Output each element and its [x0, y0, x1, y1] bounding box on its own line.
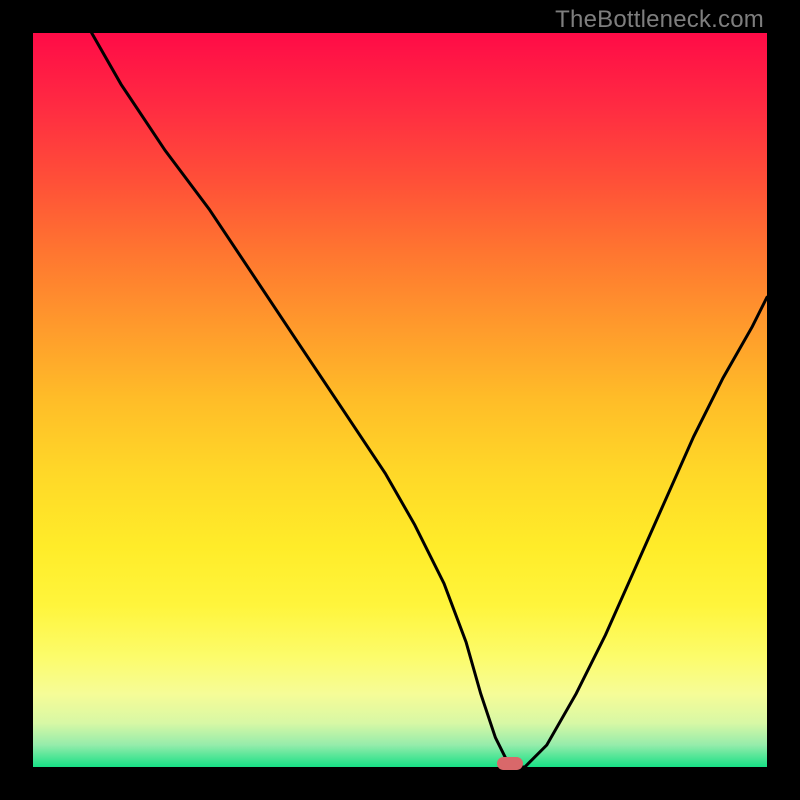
chart-frame: [33, 33, 767, 767]
watermark-label: TheBottleneck.com: [555, 6, 764, 34]
bottleneck-curve: [33, 33, 767, 767]
optimal-marker: [497, 757, 523, 770]
